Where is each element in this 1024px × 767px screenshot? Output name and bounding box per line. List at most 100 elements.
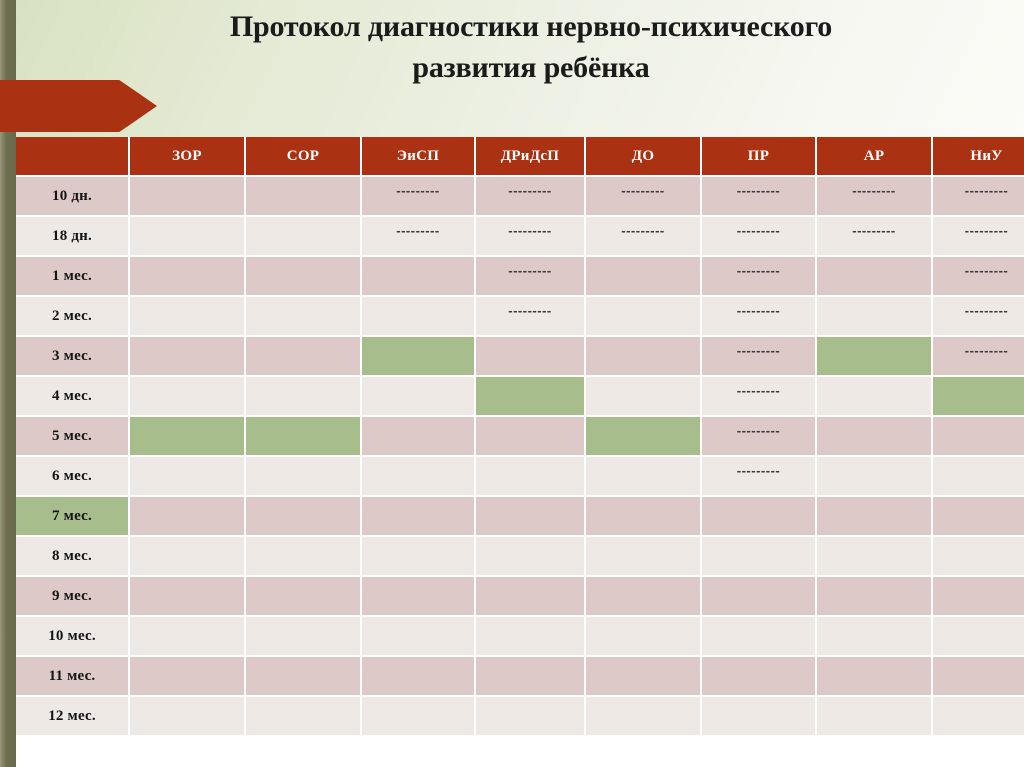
table-cell[interactable] xyxy=(476,537,584,575)
table-cell[interactable] xyxy=(246,417,360,455)
table-cell[interactable] xyxy=(586,457,700,495)
table-cell[interactable] xyxy=(586,537,700,575)
column-header-niu[interactable]: НиУ xyxy=(933,137,1024,175)
table-cell[interactable] xyxy=(130,617,244,655)
table-cell[interactable] xyxy=(476,577,584,615)
table-cell[interactable] xyxy=(817,297,931,335)
column-header-sor[interactable]: СОР xyxy=(246,137,360,175)
table-cell[interactable] xyxy=(586,377,700,415)
table-cell[interactable] xyxy=(246,537,360,575)
table-cell[interactable] xyxy=(362,377,474,415)
table-cell[interactable] xyxy=(130,497,244,535)
table-cell[interactable] xyxy=(817,417,931,455)
table-cell[interactable] xyxy=(933,377,1024,415)
table-cell[interactable] xyxy=(130,297,244,335)
table-cell[interactable] xyxy=(362,297,474,335)
table-cell[interactable] xyxy=(702,537,815,575)
column-header-dridsp[interactable]: ДРиДсП xyxy=(476,137,584,175)
table-cell[interactable] xyxy=(476,617,584,655)
table-cell[interactable]: --------- xyxy=(702,337,815,375)
table-cell[interactable] xyxy=(702,657,815,695)
table-cell[interactable] xyxy=(817,377,931,415)
table-cell[interactable] xyxy=(476,417,584,455)
table-cell[interactable]: --------- xyxy=(586,177,700,215)
table-cell[interactable] xyxy=(362,417,474,455)
table-cell[interactable] xyxy=(817,537,931,575)
table-cell[interactable] xyxy=(586,617,700,655)
table-cell[interactable] xyxy=(702,497,815,535)
table-cell[interactable] xyxy=(130,537,244,575)
table-cell[interactable]: --------- xyxy=(702,417,815,455)
table-cell[interactable] xyxy=(817,457,931,495)
table-cell[interactable] xyxy=(246,457,360,495)
table-cell[interactable] xyxy=(933,417,1024,455)
table-cell[interactable] xyxy=(362,617,474,655)
table-cell[interactable] xyxy=(586,577,700,615)
table-cell[interactable] xyxy=(476,497,584,535)
table-cell[interactable] xyxy=(817,617,931,655)
table-cell[interactable] xyxy=(933,617,1024,655)
table-cell[interactable] xyxy=(586,297,700,335)
table-cell[interactable] xyxy=(362,257,474,295)
table-cell[interactable] xyxy=(246,617,360,655)
table-cell[interactable] xyxy=(246,697,360,735)
table-cell[interactable] xyxy=(702,697,815,735)
table-cell[interactable]: --------- xyxy=(702,217,815,255)
table-cell[interactable] xyxy=(586,337,700,375)
column-header-pr[interactable]: ПР xyxy=(702,137,815,175)
table-cell[interactable]: --------- xyxy=(933,297,1024,335)
table-cell[interactable] xyxy=(246,257,360,295)
table-cell[interactable] xyxy=(586,657,700,695)
table-cell[interactable] xyxy=(933,657,1024,695)
table-cell[interactable]: --------- xyxy=(702,457,815,495)
table-cell[interactable]: --------- xyxy=(933,177,1024,215)
table-cell[interactable]: --------- xyxy=(933,257,1024,295)
table-cell[interactable] xyxy=(362,697,474,735)
table-cell[interactable] xyxy=(362,537,474,575)
table-cell[interactable] xyxy=(476,377,584,415)
table-cell[interactable] xyxy=(702,617,815,655)
table-cell[interactable] xyxy=(817,337,931,375)
table-cell[interactable]: --------- xyxy=(702,177,815,215)
table-cell[interactable] xyxy=(933,577,1024,615)
table-cell[interactable] xyxy=(702,577,815,615)
table-cell[interactable] xyxy=(362,577,474,615)
table-cell[interactable] xyxy=(817,577,931,615)
table-cell[interactable] xyxy=(476,657,584,695)
table-cell[interactable] xyxy=(817,697,931,735)
table-cell[interactable]: --------- xyxy=(476,177,584,215)
table-cell[interactable]: --------- xyxy=(702,257,815,295)
table-cell[interactable] xyxy=(130,577,244,615)
table-cell[interactable]: --------- xyxy=(362,177,474,215)
table-cell[interactable] xyxy=(933,537,1024,575)
table-cell[interactable]: --------- xyxy=(933,337,1024,375)
table-cell[interactable] xyxy=(933,697,1024,735)
table-cell[interactable]: --------- xyxy=(933,217,1024,255)
table-cell[interactable] xyxy=(246,177,360,215)
table-cell[interactable] xyxy=(817,657,931,695)
table-cell[interactable]: --------- xyxy=(476,217,584,255)
table-cell[interactable] xyxy=(246,337,360,375)
table-cell[interactable] xyxy=(130,417,244,455)
table-cell[interactable] xyxy=(246,377,360,415)
table-cell[interactable] xyxy=(246,217,360,255)
table-cell[interactable] xyxy=(362,657,474,695)
table-cell[interactable] xyxy=(362,497,474,535)
table-cell[interactable] xyxy=(130,177,244,215)
table-cell[interactable] xyxy=(130,697,244,735)
table-cell[interactable]: --------- xyxy=(362,217,474,255)
column-header-do[interactable]: ДО xyxy=(586,137,700,175)
table-cell[interactable] xyxy=(130,337,244,375)
table-cell[interactable] xyxy=(476,337,584,375)
table-cell[interactable] xyxy=(476,697,584,735)
column-header-eisp[interactable]: ЭиСП xyxy=(362,137,474,175)
table-cell[interactable] xyxy=(476,457,584,495)
table-cell[interactable] xyxy=(933,497,1024,535)
table-cell[interactable] xyxy=(586,257,700,295)
table-cell[interactable] xyxy=(130,457,244,495)
table-cell[interactable]: --------- xyxy=(476,257,584,295)
table-cell[interactable] xyxy=(586,697,700,735)
table-cell[interactable] xyxy=(130,217,244,255)
table-cell[interactable] xyxy=(246,297,360,335)
column-header-ar[interactable]: АР xyxy=(817,137,931,175)
